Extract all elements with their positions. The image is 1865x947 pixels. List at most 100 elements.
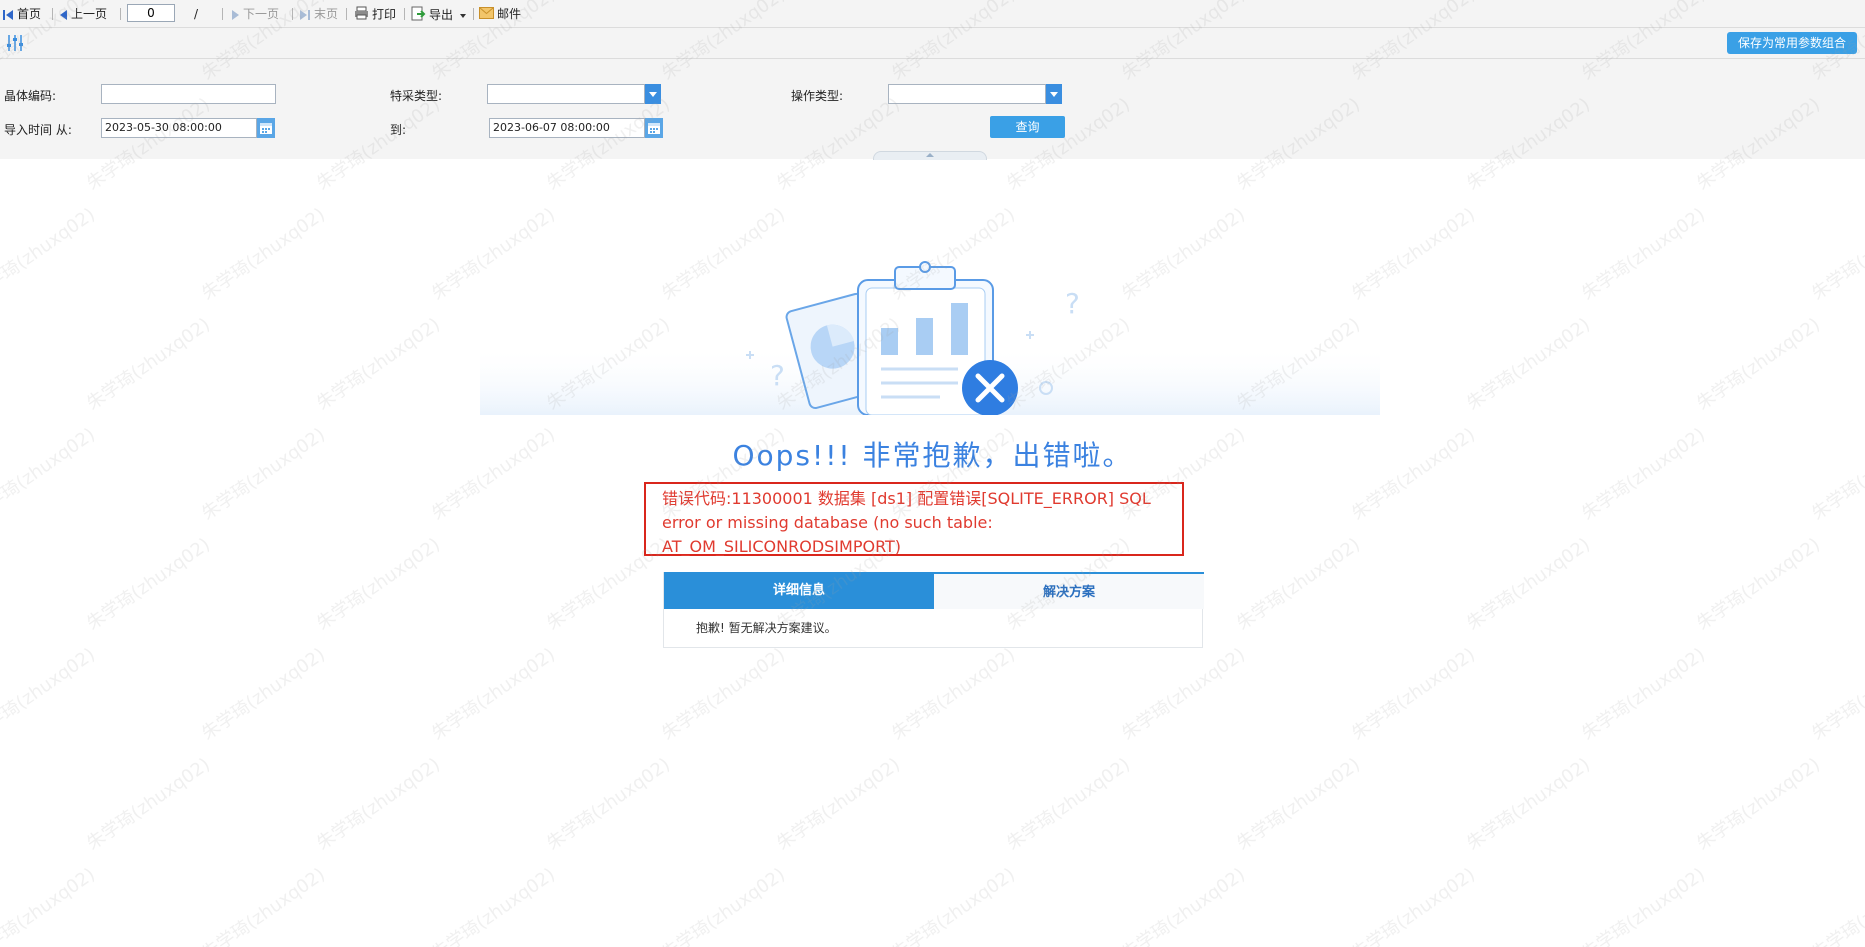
import-to-input[interactable]: 2023-06-07 08:00:00	[489, 118, 645, 138]
watermark-text: 朱学琦(zhuxq02)	[1002, 753, 1135, 855]
watermark-text: 朱学琦(zhuxq02)	[1577, 203, 1710, 305]
watermark-text: 朱学琦(zhuxq02)	[542, 753, 675, 855]
param-panel	[0, 59, 1865, 159]
last-page-icon	[300, 9, 307, 20]
special-type-select[interactable]	[487, 84, 645, 104]
solution-text: 抱歉! 暂无解决方案建议。	[696, 621, 837, 635]
mail-button[interactable]: 邮件	[479, 6, 521, 22]
watermark-text: 朱学琦(zhuxq02)	[772, 753, 905, 855]
toolbar-divider	[222, 8, 223, 20]
watermark-text: 朱学琦(zhuxq02)	[657, 643, 790, 745]
print-label: 打印	[372, 7, 397, 22]
import-to-label: 到:	[390, 123, 407, 137]
watermark-text: 朱学琦(zhuxq02)	[887, 643, 1020, 745]
toolbar-divider	[120, 8, 121, 20]
first-page-icon	[3, 9, 5, 20]
watermark-text: 朱学琦(zhuxq02)	[0, 863, 100, 947]
tab-details[interactable]: 详细信息	[664, 572, 934, 609]
next-page-icon	[232, 9, 239, 20]
last-page-bar-icon	[308, 9, 310, 20]
page-number-input[interactable]	[127, 4, 175, 22]
error-tabs: 详细信息 解决方案 抱歉! 暂无解决方案建议。	[663, 572, 1204, 648]
special-type-label: 特采类型:	[390, 89, 443, 103]
watermark-text: 朱学琦(zhuxq02)	[197, 643, 330, 745]
watermark-text: 朱学琦(zhuxq02)	[1807, 643, 1865, 745]
watermark-text: 朱学琦(zhuxq02)	[1347, 643, 1480, 745]
collapse-params-toggle[interactable]	[873, 151, 987, 160]
op-type-dropdown-icon[interactable]	[1046, 84, 1062, 104]
param-header	[0, 28, 1865, 59]
import-from-input[interactable]: 2023-05-30 08:00:00	[101, 118, 257, 138]
sliders-icon[interactable]	[6, 34, 24, 52]
watermark-text: 朱学琦(zhuxq02)	[1117, 643, 1250, 745]
watermark-text: 朱学琦(zhuxq02)	[1232, 533, 1365, 635]
watermark-text: 朱学琦(zhuxq02)	[312, 753, 445, 855]
watermark-text: 朱学琦(zhuxq02)	[82, 533, 215, 635]
svg-text:?: ?	[1065, 287, 1080, 320]
watermark-text: 朱学琦(zhuxq02)	[1807, 863, 1865, 947]
watermark-text: 朱学琦(zhuxq02)	[1462, 753, 1595, 855]
prev-page-button[interactable]: 上一页	[60, 6, 107, 22]
export-label: 导出	[429, 8, 454, 22]
watermark-text: 朱学琦(zhuxq02)	[427, 863, 560, 947]
toolbar-divider	[404, 8, 405, 20]
crystal-code-input[interactable]	[101, 84, 276, 104]
watermark-text: 朱学琦(zhuxq02)	[197, 863, 330, 947]
toolbar-divider	[346, 8, 347, 20]
report-toolbar: 首页 上一页 / 下一页 末页 打印 导出 邮件	[0, 0, 1865, 28]
op-type-select[interactable]	[888, 84, 1046, 104]
watermark-text: 朱学琦(zhuxq02)	[1692, 753, 1825, 855]
watermark-text: 朱学琦(zhuxq02)	[1692, 313, 1825, 415]
page-separator: /	[194, 7, 199, 21]
error-message: 错误代码:11300001 数据集 [ds1] 配置错误[SQLITE_ERRO…	[662, 489, 1151, 556]
export-icon	[411, 6, 426, 25]
chevron-down-icon	[459, 13, 466, 18]
watermark-text: 朱学琦(zhuxq02)	[0, 203, 100, 305]
watermark-text: 朱学琦(zhuxq02)	[312, 313, 445, 415]
print-button[interactable]: 打印	[354, 6, 396, 22]
error-title: Oops!!! 非常抱歉，出错啦。	[732, 439, 1133, 472]
import-from-label: 导入时间 从:	[4, 123, 72, 137]
watermark-text: 朱学琦(zhuxq02)	[197, 203, 330, 305]
svg-text:?: ?	[770, 359, 785, 392]
watermark-text: 朱学琦(zhuxq02)	[82, 313, 215, 415]
watermark-text: 朱学琦(zhuxq02)	[1347, 863, 1480, 947]
crystal-code-label: 晶体编码:	[4, 89, 57, 103]
next-page-button[interactable]: 下一页	[232, 6, 279, 22]
mail-label: 邮件	[497, 7, 522, 21]
watermark-text: 朱学琦(zhuxq02)	[427, 643, 560, 745]
watermark-text: 朱学琦(zhuxq02)	[1232, 753, 1365, 855]
watermark-text: 朱学琦(zhuxq02)	[1462, 313, 1595, 415]
first-page-label: 首页	[17, 7, 42, 21]
toolbar-divider	[52, 8, 53, 20]
save-params-button[interactable]: 保存为常用参数组合	[1727, 32, 1857, 54]
watermark-text: 朱学琦(zhuxq02)	[1807, 203, 1865, 305]
error-message-box: 错误代码:11300001 数据集 [ds1] 配置错误[SQLITE_ERRO…	[644, 482, 1184, 556]
first-page-arrow-icon	[6, 9, 13, 20]
watermark-text: 朱学琦(zhuxq02)	[1692, 533, 1825, 635]
watermark-text: 朱学琦(zhuxq02)	[657, 863, 790, 947]
next-page-label: 下一页	[243, 7, 280, 21]
mail-icon	[479, 6, 494, 23]
export-button[interactable]: 导出	[411, 6, 466, 22]
watermark-text: 朱学琦(zhuxq02)	[1577, 863, 1710, 947]
last-page-button[interactable]: 末页	[300, 6, 338, 22]
watermark-text: 朱学琦(zhuxq02)	[887, 863, 1020, 947]
watermark-text: 朱学琦(zhuxq02)	[312, 533, 445, 635]
prev-page-icon	[60, 9, 67, 20]
error-illustration: ? ?	[480, 261, 1380, 415]
watermark-text: 朱学琦(zhuxq02)	[1462, 533, 1595, 635]
toolbar-divider	[292, 8, 293, 20]
watermark-text: 朱学琦(zhuxq02)	[0, 643, 100, 745]
query-button[interactable]: 查询	[990, 116, 1065, 138]
special-type-dropdown-icon[interactable]	[645, 84, 661, 104]
watermark-text: 朱学琦(zhuxq02)	[1117, 863, 1250, 947]
calendar-icon[interactable]	[257, 118, 275, 138]
tab-solution[interactable]: 解决方案	[934, 572, 1204, 609]
prev-page-label: 上一页	[71, 7, 108, 21]
calendar-icon[interactable]	[645, 118, 663, 138]
toolbar-divider	[473, 8, 474, 20]
first-page-button[interactable]: 首页	[3, 6, 41, 22]
printer-icon	[354, 6, 369, 24]
op-type-label: 操作类型:	[791, 89, 844, 103]
